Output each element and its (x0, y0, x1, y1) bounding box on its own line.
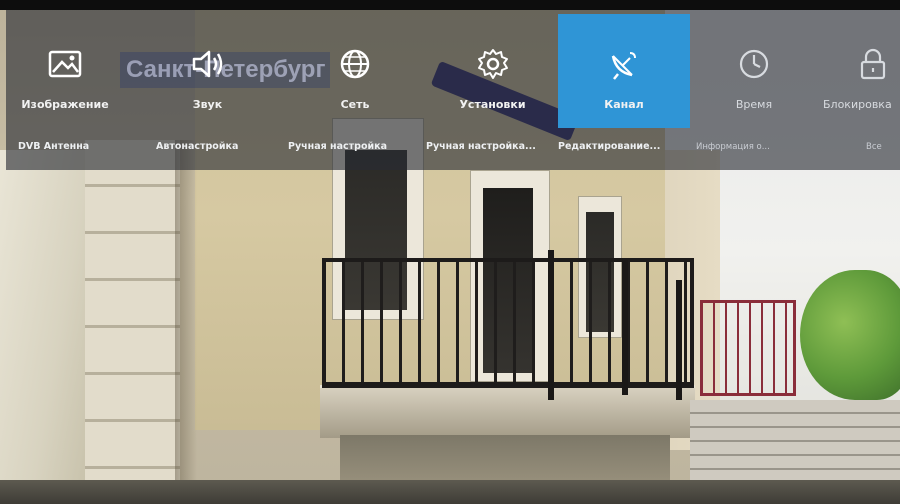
menu-label: Установки (459, 98, 526, 111)
globe-icon (335, 44, 375, 84)
lock-icon (853, 44, 893, 84)
balcony-railing (322, 258, 694, 388)
screen-bezel (0, 0, 900, 10)
red-railing (700, 300, 796, 396)
menu-label: Время (735, 98, 773, 111)
menu-label: Блокировка (823, 98, 892, 111)
channel-submenu: DVB Антенна Автонастройка Ручная настрой… (6, 130, 900, 164)
menu-item-lock[interactable]: Блокировка (815, 14, 900, 128)
tree (800, 270, 900, 400)
submenu-item-manual-tuning-2[interactable]: Ручная настройка... (426, 130, 561, 164)
railing-post (676, 280, 682, 400)
railing-post (622, 260, 628, 395)
menu-label: Канал (604, 98, 644, 111)
speaker-icon (188, 44, 228, 84)
gear-icon (473, 44, 513, 84)
menu-label: Звук (192, 98, 223, 111)
menu-label: Сеть (340, 98, 370, 111)
submenu-item-channel-edit[interactable]: Редактирование... (558, 130, 686, 164)
satellite-dish-icon (604, 44, 644, 84)
menu-item-picture[interactable]: Изображение (0, 14, 130, 128)
menu-item-sound[interactable]: Звук (150, 14, 265, 128)
menu-item-channel[interactable]: Канал (558, 14, 690, 128)
menu-item-settings[interactable]: Установки (430, 14, 555, 128)
clock-icon (734, 44, 774, 84)
picture-icon (45, 44, 85, 84)
menu-item-time[interactable]: Время (695, 14, 813, 128)
menu-item-network[interactable]: Сеть (290, 14, 420, 128)
submenu-item-info[interactable]: Информация о... (696, 130, 796, 164)
pilaster-shadow (175, 140, 197, 504)
submenu-item-all[interactable]: Все (866, 130, 900, 164)
balcony-slab (320, 385, 695, 438)
menu-label: Изображение (21, 98, 109, 111)
pilaster (85, 140, 180, 504)
ground (0, 480, 900, 504)
submenu-item-dvb-antenna[interactable]: DVB Антенна (18, 130, 138, 164)
railing-post (548, 250, 554, 400)
submenu-item-auto-tuning[interactable]: Автонастройка (156, 130, 281, 164)
left-wall (0, 150, 90, 504)
submenu-item-manual-tuning[interactable]: Ручная настройка (288, 130, 420, 164)
